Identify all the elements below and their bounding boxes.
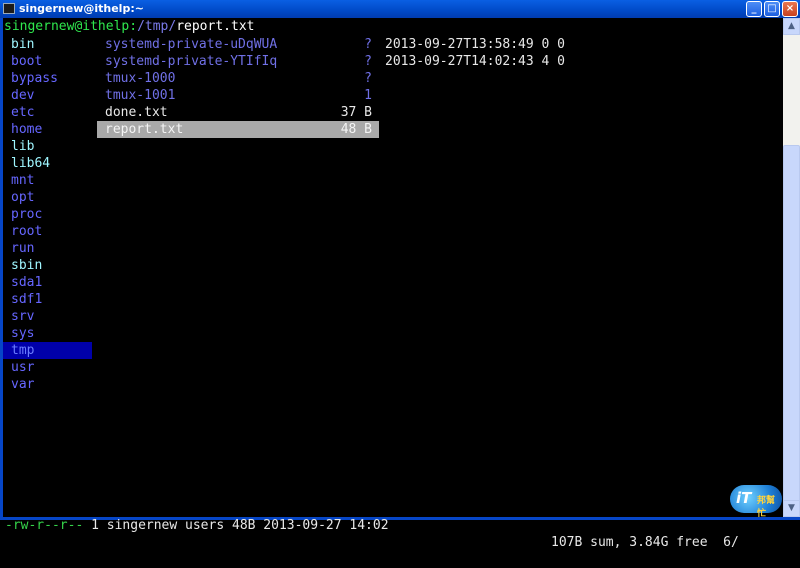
disk-summary: 107B sum, 3.84G free 6/ [551,535,739,550]
ithelp-logo: iT 邦幫忙 [730,485,782,519]
entry-size: 1 [364,88,372,103]
title-bar: singernew@ithelp:~ _ □ × [0,0,800,18]
path-line: singernew@ithelp:/tmp/report.txt [4,18,254,35]
parent-dir-item[interactable]: sbin [11,257,42,274]
parent-dir-item[interactable]: var [11,376,34,393]
parent-dir-item[interactable]: bin [11,36,34,53]
terminal-area[interactable]: singernew@ithelp:/tmp/report.txt bin boot… [3,18,783,550]
permissions: -rw-r--r-- [5,518,84,533]
file-details: 1 singernew users 48B 2013-09-27 14:02 [83,518,389,533]
minimize-button[interactable]: _ [746,1,762,17]
window-title: singernew@ithelp:~ [19,2,144,15]
file-list-item[interactable]: done.txt 37 B [97,104,379,121]
entry-size: 37 B [340,105,372,120]
vertical-scrollbar[interactable]: ▲ ▼ [783,18,800,517]
file-list-item[interactable]: tmux-1001 1 [97,87,379,104]
close-button[interactable]: × [782,1,798,17]
entry-size: ? [364,37,372,52]
parent-dir-item[interactable]: mnt [11,172,34,189]
current-file-name: report.txt [176,19,255,34]
entry-size: 48 B [340,122,372,137]
entry-name: report.txt [105,122,184,137]
preview-line: 2013-09-27T13:58:49 0 0 [385,37,566,52]
parent-dir-item[interactable]: opt [11,189,34,206]
scroll-thumb[interactable] [783,145,800,515]
entry-size: ? [364,54,372,69]
preview-line: 2013-09-27T14:02:43 4 0 [385,54,566,69]
file-list-item[interactable]: systemd-private-YTIfIq? [97,53,379,70]
parent-dir-item[interactable]: bypass [11,70,58,87]
parent-dir-item[interactable]: proc [11,206,42,223]
entry-name: systemd-private-uDqWUA [105,37,278,52]
terminal-icon [3,3,15,14]
entry-size: ? [364,71,372,86]
parent-dir-item[interactable]: run [11,240,34,257]
parent-dir-item[interactable]: tmp [3,342,92,359]
scroll-up-button[interactable]: ▲ [783,18,800,35]
parent-dir-item[interactable]: lib64 [11,155,50,172]
logo-main-text: iT [736,489,752,507]
parent-dir-item[interactable]: boot [11,53,42,70]
file-list-item[interactable]: tmux-1000? [97,70,379,87]
parent-dir-item[interactable]: etc [11,104,34,121]
maximize-button[interactable]: □ [764,1,780,17]
parent-dir-item[interactable]: srv [11,308,34,325]
entry-name: done.txt [105,105,168,120]
scroll-down-button[interactable]: ▼ [783,500,800,517]
file-list-item[interactable]: report.txt 48 B [97,121,379,138]
parent-dir-item[interactable]: sys [11,325,34,342]
entry-name: systemd-private-YTIfIq [105,54,278,69]
parent-dir-item[interactable]: sdf1 [11,291,42,308]
user-host: singernew@ithelp: [4,19,138,34]
parent-dir-item[interactable]: sda1 [11,274,42,291]
parent-dir-item[interactable]: lib [11,138,34,155]
parent-dir-item[interactable]: root [11,223,42,240]
status-bar: -rw-r--r-- 1 singernew users 48B 2013-09… [3,500,783,550]
current-dir-path: /tmp/ [137,19,177,34]
parent-dir-item[interactable]: home [11,121,42,138]
parent-dir-item[interactable]: usr [11,359,34,376]
entry-name: tmux-1000 [105,71,176,86]
logo-sub-text: 邦幫忙 [757,496,776,519]
file-list-item[interactable]: systemd-private-uDqWUA? [97,36,379,53]
parent-dir-item[interactable]: dev [11,87,34,104]
entry-name: tmux-1001 [105,88,176,103]
